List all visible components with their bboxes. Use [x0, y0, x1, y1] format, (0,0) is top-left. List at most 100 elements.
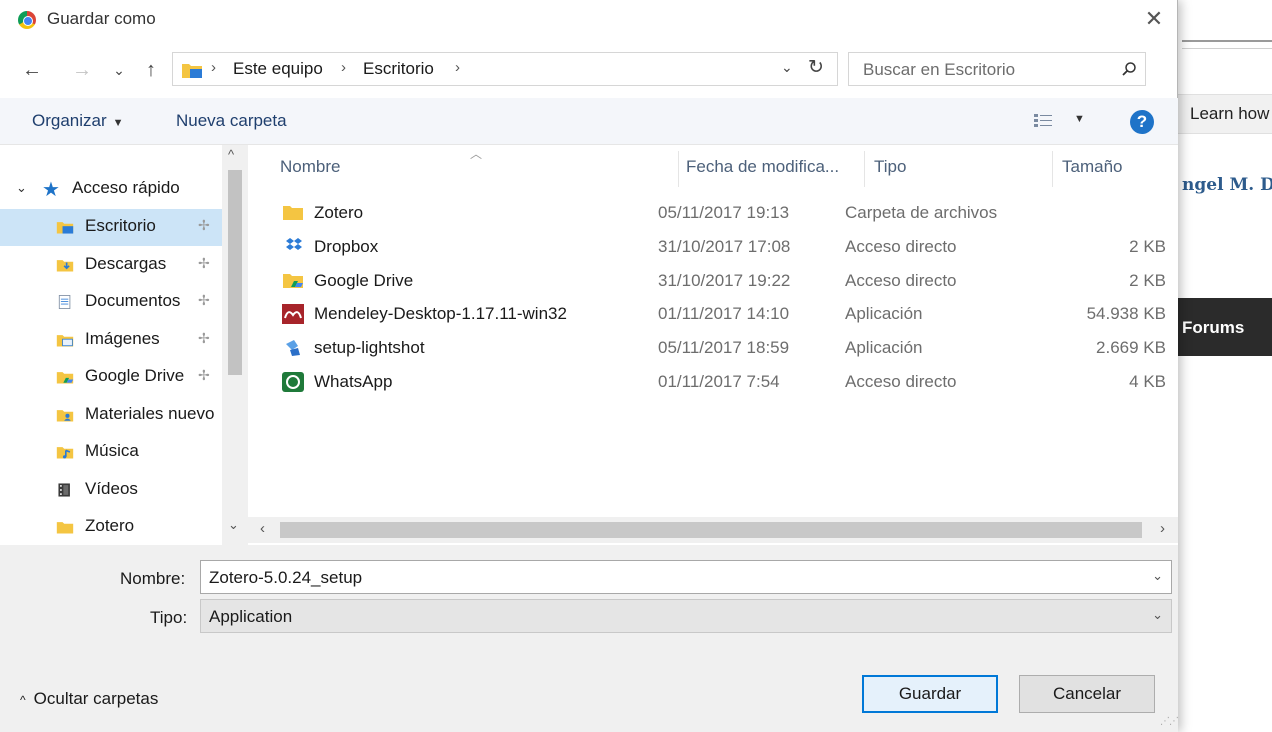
- column-divider[interactable]: [1052, 151, 1053, 187]
- sidebar-item[interactable]: Google Drive ✢: [0, 359, 222, 396]
- star-icon: ★: [42, 179, 60, 201]
- quick-access-node[interactable]: ⌄ ★ Acceso rápido: [0, 171, 222, 208]
- column-divider[interactable]: [864, 151, 865, 187]
- search-icon[interactable]: [1121, 61, 1137, 77]
- background-divider-light: [1182, 48, 1272, 49]
- scroll-up-arrow-icon[interactable]: ^: [228, 147, 234, 162]
- forward-arrow-icon[interactable]: →: [70, 55, 94, 85]
- view-caret-down-icon[interactable]: ▼: [1074, 113, 1085, 125]
- sidebar-item[interactable]: Documentos ✢: [0, 284, 222, 321]
- file-row[interactable]: Zotero 05/11/2017 19:13 Carpeta de archivo…: [278, 197, 1158, 230]
- column-header-name[interactable]: Nombre: [280, 157, 340, 177]
- close-icon[interactable]: ✕: [1140, 6, 1168, 34]
- sidebar-item-label: Música: [85, 441, 139, 460]
- file-name-dropdown-chevron-icon[interactable]: ⌄: [1152, 568, 1163, 584]
- address-bar[interactable]: › Este equipo › Escritorio › ⌄ ↻: [172, 52, 838, 86]
- refresh-icon[interactable]: ↻: [808, 56, 824, 79]
- breadcrumb-este-equipo[interactable]: Este equipo: [233, 59, 323, 79]
- sidebar-item-label: Vídeos: [85, 478, 138, 498]
- pictures-folder-icon: [56, 334, 74, 347]
- organize-menu-button[interactable]: Organizar ▼: [32, 111, 124, 131]
- resize-grip-icon[interactable]: ⋰⋰: [1160, 716, 1179, 727]
- cancel-button[interactable]: Cancelar: [1019, 675, 1155, 713]
- scroll-right-arrow-icon[interactable]: ›: [1160, 520, 1165, 537]
- sort-ascending-icon: ︿: [470, 147, 483, 161]
- sidebar-item[interactable]: Materiales nuevo: [0, 397, 222, 434]
- save-button[interactable]: Guardar: [862, 675, 998, 713]
- file-name-cell: Google Drive: [314, 270, 414, 290]
- file-name-field[interactable]: Zotero-5.0.24_setup ⌄: [200, 560, 1172, 594]
- sidebar-item-label: Escritorio: [85, 216, 156, 235]
- sidebar-item[interactable]: Imágenes ✢: [0, 322, 222, 359]
- scroll-left-arrow-icon[interactable]: ‹: [260, 520, 265, 537]
- sidebar-item-label: Imágenes: [85, 328, 160, 348]
- file-date-cell: 01/11/2017 14:10: [658, 304, 790, 324]
- sidebar-item[interactable]: Música: [0, 434, 222, 471]
- view-options-icon[interactable]: [1034, 113, 1052, 129]
- sidebar-item-label: Descargas: [85, 253, 167, 273]
- help-icon[interactable]: ?: [1130, 110, 1154, 134]
- file-list-horizontal-scrollbar[interactable]: ‹ ›: [248, 517, 1178, 543]
- file-row[interactable]: WhatsApp 01/11/2017 7:54 Acceso directo 4 K…: [278, 366, 1166, 399]
- column-header-type[interactable]: Tipo: [874, 157, 906, 177]
- file-date-cell: 01/11/2017 7:54: [658, 372, 780, 391]
- up-arrow-icon[interactable]: ↑: [138, 55, 164, 85]
- back-arrow-icon[interactable]: ←: [18, 55, 46, 85]
- address-dropdown-chevron-icon[interactable]: ⌄: [781, 59, 793, 76]
- file-type-cell: Acceso directo: [845, 270, 957, 290]
- file-row[interactable]: Mendeley-Desktop-1.17.11-win32 01/11/2017…: [278, 298, 1166, 331]
- file-list: ︿ Nombre Fecha de modifica... Tipo Tamañ…: [248, 145, 1178, 545]
- breadcrumb-separator: ›: [211, 59, 216, 76]
- search-input[interactable]: Buscar en Escritorio: [848, 52, 1146, 86]
- pin-icon[interactable]: ✢: [198, 255, 210, 272]
- file-type-value: Application: [209, 607, 293, 626]
- pin-icon[interactable]: ✢: [198, 292, 210, 309]
- recent-locations-chevron-icon[interactable]: ⌄: [108, 55, 130, 85]
- horizontal-scrollbar-thumb[interactable]: [280, 522, 1142, 538]
- background-author-name: ngel M. D: [1182, 175, 1272, 195]
- whatsapp-icon: [282, 372, 304, 392]
- sidebar-item[interactable]: Zotero: [0, 509, 222, 546]
- sidebar-item[interactable]: Descargas ✢: [0, 247, 222, 284]
- breadcrumb-escritorio[interactable]: Escritorio: [363, 59, 434, 79]
- file-date-cell: 05/11/2017 18:59: [658, 338, 790, 358]
- file-type-cell: Aplicación: [845, 304, 923, 324]
- column-header-date[interactable]: Fecha de modifica...: [686, 157, 839, 177]
- save-as-dialog: Guardar como ✕ ← → ⌄ ↑ › Este equipo › E…: [0, 0, 1179, 732]
- pin-icon[interactable]: ✢: [198, 217, 210, 234]
- file-type-dropdown-chevron-icon[interactable]: ⌄: [1152, 607, 1163, 623]
- file-date-cell: 31/10/2017 17:08: [658, 236, 791, 256]
- file-row[interactable]: setup-lightshot 05/11/2017 18:59 Aplicació…: [278, 332, 1166, 365]
- sidebar-item[interactable]: Escritorio ✢: [0, 209, 222, 246]
- file-type-select[interactable]: Application ⌄: [200, 599, 1172, 633]
- nav-pane-scrollbar[interactable]: ^ ⌄: [222, 145, 248, 545]
- file-name-label: Nombre:: [120, 569, 186, 588]
- breadcrumb-separator: ›: [455, 59, 460, 76]
- hide-folders-label: Ocultar carpetas: [33, 689, 159, 708]
- background-forums-link[interactable]: Forums: [1182, 318, 1244, 338]
- command-toolbar: Organizar ▼ Nueva carpeta ▼: [0, 98, 1178, 145]
- google-drive-icon: [283, 273, 303, 288]
- file-size-cell: 2 KB: [1129, 270, 1166, 290]
- pin-icon[interactable]: ✢: [198, 330, 210, 347]
- file-type-cell: Aplicación: [845, 338, 923, 358]
- file-name-cell: setup-lightshot: [314, 338, 425, 358]
- file-row[interactable]: Google Drive 31/10/2017 19:22 Acceso direc…: [278, 265, 1166, 298]
- expand-chevron-icon[interactable]: ⌄: [16, 180, 27, 196]
- background-learn-link[interactable]: Learn how: [1190, 104, 1269, 124]
- new-folder-button[interactable]: Nueva carpeta: [176, 111, 287, 131]
- hide-folders-toggle[interactable]: ^ Ocultar carpetas: [20, 689, 158, 709]
- pin-icon[interactable]: ✢: [198, 367, 210, 384]
- chevron-up-icon: ^: [20, 693, 26, 707]
- google-drive-folder-icon: [56, 372, 74, 384]
- desktop-folder-icon: [182, 64, 202, 78]
- quick-access-label: Acceso rápido: [72, 178, 180, 197]
- column-header-size[interactable]: Tamaño: [1062, 157, 1122, 177]
- file-row[interactable]: Dropbox 31/10/2017 17:08 Acceso directo 2 K…: [278, 231, 1166, 264]
- scrollbar-thumb[interactable]: [228, 170, 242, 375]
- sidebar-item-label: Zotero: [85, 516, 135, 535]
- column-divider[interactable]: [678, 151, 679, 187]
- sidebar-item[interactable]: Vídeos: [0, 472, 222, 509]
- scroll-down-arrow-icon[interactable]: ⌄: [228, 517, 239, 533]
- file-name-cell: Zotero: [314, 203, 364, 222]
